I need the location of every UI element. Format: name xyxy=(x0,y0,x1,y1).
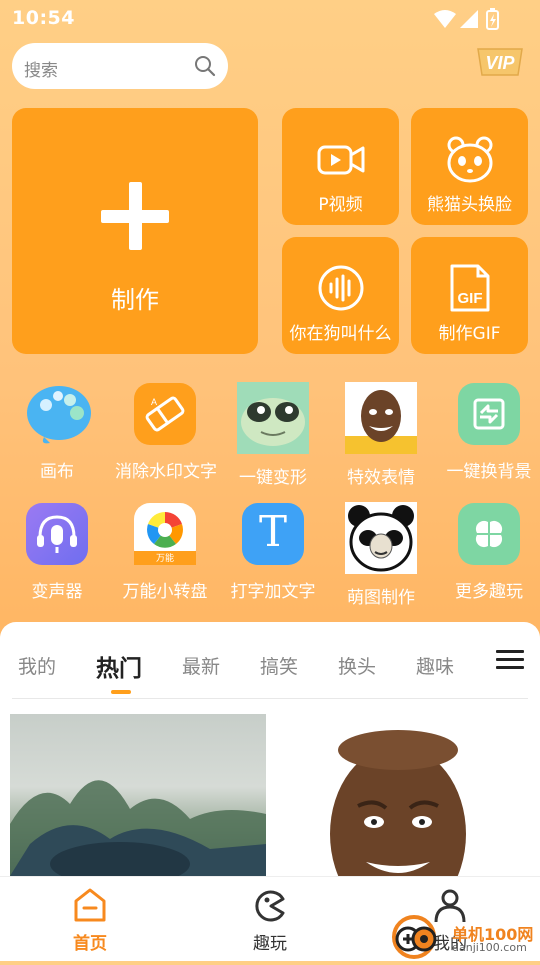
grid-item-deform[interactable]: 一键变形 xyxy=(223,382,323,488)
tile-p-video[interactable]: P视频 xyxy=(282,108,399,225)
grid-label: 萌图制作 xyxy=(347,588,415,608)
spinner-wheel-icon: 万能 xyxy=(134,503,196,565)
gif-file-icon: GIF xyxy=(444,262,496,314)
grid-item-effect-meme[interactable]: 特效表情 xyxy=(331,382,431,488)
user-icon xyxy=(434,889,466,923)
wifi-icon xyxy=(434,10,456,28)
swap-background-icon xyxy=(458,383,520,445)
more-grid-icon xyxy=(458,503,520,565)
pacman-icon xyxy=(255,890,285,922)
tile-label: 熊猫头换脸 xyxy=(427,195,512,215)
grid-label: 消除水印文字 xyxy=(115,462,217,482)
palette-icon xyxy=(26,383,91,445)
grid-item-cute-image[interactable]: 萌图制作 xyxy=(331,502,431,608)
grid-item-more-fun[interactable]: 更多趣玩 xyxy=(439,503,539,602)
grid-label: 更多趣玩 xyxy=(455,582,523,602)
tab-mine[interactable]: 我的 xyxy=(18,652,56,679)
nav-label: 首页 xyxy=(73,934,107,954)
make-tile[interactable]: 制作 xyxy=(12,108,258,354)
eraser-icon: A xyxy=(134,383,196,445)
active-tab-indicator xyxy=(111,690,131,694)
search-icon[interactable] xyxy=(194,55,216,81)
watermark-logo xyxy=(390,913,438,961)
nav-label: 趣玩 xyxy=(253,934,287,954)
vip-badge[interactable]: VIP xyxy=(474,47,526,77)
status-icons xyxy=(434,8,500,34)
signal-icon xyxy=(460,10,478,28)
tab-latest[interactable]: 最新 xyxy=(182,652,220,679)
grid-item-spinner[interactable]: 万能 万能小转盘 xyxy=(115,503,215,602)
tile-dog-voice[interactable]: 你在狗叫什么 xyxy=(282,237,399,354)
microphone-headset-icon xyxy=(26,503,88,565)
grid-item-canvas[interactable]: 画布 xyxy=(7,383,107,482)
status-bar: 10:54 xyxy=(0,0,540,36)
battery-icon xyxy=(486,8,499,30)
tab-head-swap[interactable]: 换头 xyxy=(338,652,376,679)
search-bar[interactable]: 搜索 xyxy=(12,43,228,89)
video-camera-icon xyxy=(315,133,367,185)
tile-label: 制作GIF xyxy=(438,324,501,344)
nav-home[interactable]: 首页 xyxy=(45,887,135,954)
text-t-icon: T xyxy=(242,503,304,565)
svg-text:GIF: GIF xyxy=(458,290,483,307)
grid-item-swap-background[interactable]: 一键换背景 xyxy=(439,383,539,482)
search-placeholder: 搜索 xyxy=(24,61,58,81)
tab-hot[interactable]: 热门 xyxy=(96,649,142,683)
panda-meme-icon xyxy=(345,502,417,574)
svg-text:VIP: VIP xyxy=(485,53,515,73)
grid-label: 一键变形 xyxy=(239,468,307,488)
grid-label: 一键换背景 xyxy=(446,462,532,482)
tab-funny[interactable]: 搞笑 xyxy=(260,652,298,679)
grid-item-remove-watermark[interactable]: A 消除水印文字 xyxy=(115,383,217,482)
grid-label: 万能小转盘 xyxy=(122,582,208,602)
watermark-url: danji100.com xyxy=(452,941,527,954)
panda-icon xyxy=(444,133,496,185)
grid-label: 特效表情 xyxy=(347,468,415,488)
grid-label: 变声器 xyxy=(31,582,83,602)
tile-label: P视频 xyxy=(318,195,363,215)
grid-label: 打字加文字 xyxy=(230,582,316,602)
tab-interesting[interactable]: 趣味 xyxy=(416,652,454,679)
tile-panda-face[interactable]: 熊猫头换脸 xyxy=(411,108,528,225)
bottom-nav: 首页 趣玩 我的 单机100网 danji100.com xyxy=(0,876,540,961)
home-icon xyxy=(74,888,106,922)
spinner-badge: 万能 xyxy=(155,554,174,564)
grid-item-add-text[interactable]: T 打字加文字 xyxy=(223,503,323,602)
grid-item-voice-changer[interactable]: 变声器 xyxy=(7,503,107,602)
tab-divider xyxy=(12,698,528,699)
text-t-glyph: T xyxy=(258,507,287,556)
tile-make-gif[interactable]: GIF 制作GIF xyxy=(411,237,528,354)
nav-fun[interactable]: 趣玩 xyxy=(225,889,315,954)
feed-card-image[interactable] xyxy=(10,714,266,876)
grid-label: 画布 xyxy=(40,462,74,482)
frog-meme-icon xyxy=(237,382,309,454)
make-label: 制作 xyxy=(111,286,159,314)
status-time: 10:54 xyxy=(12,7,75,29)
voice-wave-icon xyxy=(315,262,367,314)
face-meme-icon xyxy=(345,382,417,454)
tile-label: 你在狗叫什么 xyxy=(289,324,392,344)
feed-card-image[interactable] xyxy=(278,714,530,876)
svg-text:A: A xyxy=(151,397,157,407)
menu-icon[interactable] xyxy=(496,650,524,674)
plus-icon-bar xyxy=(101,210,169,223)
